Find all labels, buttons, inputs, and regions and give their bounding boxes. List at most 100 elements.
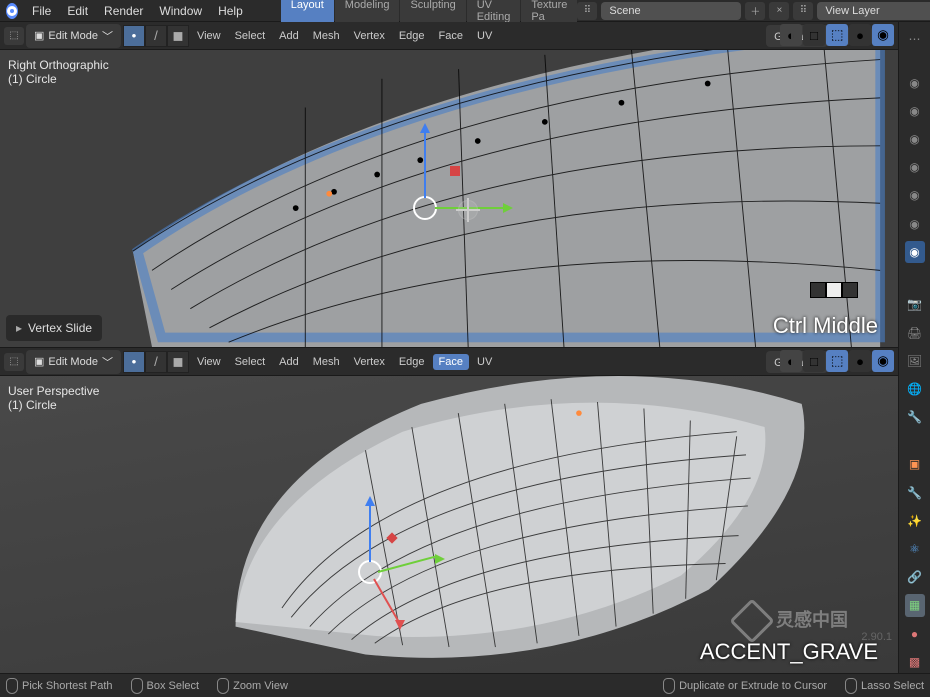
select-mode-buttons: • / ◼ — [123, 25, 189, 47]
eye-icon[interactable]: ◉ — [905, 212, 925, 234]
wireframe-shading-icon[interactable]: ⬚ — [826, 350, 848, 372]
solid-shading-icon[interactable]: ● — [849, 350, 871, 372]
select-mode-buttons: • / ◼ — [123, 351, 189, 373]
viewport-bottom[interactable]: ⬚ ▣ Edit Mode ﹀ • / ◼ View Select Add Me… — [0, 348, 898, 673]
view-name: User Perspective — [8, 384, 99, 398]
properties-sidebar: ⋯ ◉ ◉ ◉ ◉ ◉ ◉ ◉ 📷 🖨 🖼 🌐 🔧 ▣ 🔧 ✨ ⚛ 🔗 ▦ ● … — [898, 22, 930, 673]
h1-edge[interactable]: Edge — [393, 28, 431, 44]
h2-select[interactable]: Select — [229, 354, 272, 370]
h1-uv[interactable]: UV — [471, 28, 498, 44]
menu-edit[interactable]: Edit — [59, 2, 96, 20]
h1-mesh[interactable]: Mesh — [307, 28, 346, 44]
scene-del-icon[interactable]: × — [769, 2, 789, 20]
solid-shading-icon[interactable]: ● — [849, 24, 871, 46]
status-bar: Pick Shortest Path Box Select Zoom View … — [0, 673, 930, 697]
layer-browse-icon[interactable]: ⠿ — [793, 2, 813, 20]
shading-buttons: ◐ □ ⬚ ● ◉ — [780, 24, 894, 46]
face-select-icon[interactable]: ◼ — [167, 25, 189, 47]
edge-select-icon[interactable]: / — [145, 25, 167, 47]
screencast-key-1: Ctrl Middle — [773, 313, 878, 339]
shading-buttons: ◐ □ ⬚ ● ◉ — [780, 350, 894, 372]
layer-name-input[interactable] — [817, 2, 930, 20]
eye-icon[interactable]: ◉ — [905, 128, 925, 150]
viewport-top[interactable]: ⬚ ▣ Edit Mode ﹀ • / ◼ View Select Add Me… — [0, 22, 898, 348]
status-dup: Duplicate or Extrude to Cursor — [663, 678, 827, 694]
vertex-select-icon[interactable]: • — [123, 351, 145, 373]
matpreview-shading-icon[interactable]: ◉ — [872, 24, 894, 46]
gizmo-center[interactable] — [413, 196, 437, 220]
h2-edge[interactable]: Edge — [393, 354, 431, 370]
material-props-icon[interactable]: ● — [905, 623, 925, 645]
h1-view[interactable]: View — [191, 28, 227, 44]
screencast-key-2: ACCENT_GRAVE — [700, 639, 878, 665]
blender-logo[interactable] — [6, 3, 18, 19]
h1-vertex[interactable]: Vertex — [348, 28, 391, 44]
mode-label: Edit Mode — [48, 30, 98, 42]
chevron-down-icon: ﹀ — [102, 354, 113, 370]
vertex-select-icon[interactable]: • — [123, 25, 145, 47]
mode-select[interactable]: ▣ Edit Mode ﹀ — [26, 350, 121, 374]
h2-mesh[interactable]: Mesh — [307, 354, 346, 370]
h1-face[interactable]: Face — [433, 28, 469, 44]
scene-new-icon[interactable]: ＋ — [745, 2, 765, 20]
eye-icon[interactable]: ◉ — [905, 71, 925, 93]
object-name: (1) Circle — [8, 398, 99, 412]
mesh-canvas-1[interactable] — [0, 50, 898, 347]
eye-icon[interactable]: ◉ — [905, 184, 925, 206]
overlay-toggle-icon[interactable]: ◐ — [780, 24, 802, 46]
scene-browse-icon[interactable]: ⠿ — [577, 2, 597, 20]
render-props-icon[interactable]: 📷 — [905, 293, 925, 315]
editor-type-icon[interactable]: ⬚ — [4, 353, 24, 371]
editor-type-icon[interactable]: ⬚ — [4, 27, 24, 45]
view-name: Right Orthographic — [8, 58, 109, 72]
texture-props-icon[interactable]: ▩ — [905, 651, 925, 673]
object-props-icon[interactable]: ▣ — [905, 453, 925, 475]
mode-select[interactable]: ▣ Edit Mode ﹀ — [26, 24, 121, 48]
world-props-icon[interactable]: 🔧 — [905, 406, 925, 428]
menu-render[interactable]: Render — [96, 2, 151, 20]
scene-props-icon[interactable]: 🌐 — [905, 378, 925, 400]
chevron-down-icon: ﹀ — [102, 28, 113, 44]
scene-name-input[interactable] — [601, 2, 741, 20]
viewlayer-props-icon[interactable]: 🖼 — [905, 350, 925, 372]
edge-select-icon[interactable]: / — [145, 351, 167, 373]
overlay-toggle-icon[interactable]: ◐ — [780, 350, 802, 372]
object-name: (1) Circle — [8, 72, 109, 86]
eye-icon[interactable]: ◉ — [905, 100, 925, 122]
xray-toggle-icon[interactable]: □ — [803, 24, 825, 46]
h2-add[interactable]: Add — [273, 354, 305, 370]
status-box: Box Select — [131, 678, 200, 694]
view-info-2: User Perspective (1) Circle — [8, 384, 99, 412]
3d-cursor — [456, 198, 480, 222]
view-info-1: Right Orthographic (1) Circle — [8, 58, 109, 86]
physics-props-icon[interactable]: ⚛ — [905, 538, 925, 560]
constraint-props-icon[interactable]: 🔗 — [905, 566, 925, 588]
options-icon[interactable]: ⋯ — [905, 28, 925, 50]
top-menu-bar: File Edit Render Window Help Layout Mode… — [0, 0, 930, 22]
eye-icon[interactable]: ◉ — [905, 241, 925, 263]
watermark: 灵感中国 — [736, 605, 848, 637]
h2-face[interactable]: Face — [433, 354, 469, 370]
menu-help[interactable]: Help — [210, 2, 251, 20]
xray-toggle-icon[interactable]: □ — [803, 350, 825, 372]
face-select-icon[interactable]: ◼ — [167, 351, 189, 373]
wireframe-shading-icon[interactable]: ⬚ — [826, 24, 848, 46]
status-pick: Pick Shortest Path — [6, 678, 113, 694]
matpreview-shading-icon[interactable]: ◉ — [872, 350, 894, 372]
h2-view[interactable]: View — [191, 354, 227, 370]
mesh-props-icon[interactable]: ▦ — [905, 594, 925, 616]
menu-file[interactable]: File — [24, 2, 59, 20]
particle-props-icon[interactable]: ✨ — [905, 510, 925, 532]
h1-select[interactable]: Select — [229, 28, 272, 44]
modifier-props-icon[interactable]: 🔧 — [905, 482, 925, 504]
h2-uv[interactable]: UV — [471, 354, 498, 370]
eye-icon[interactable]: ◉ — [905, 156, 925, 178]
h2-vertex[interactable]: Vertex — [348, 354, 391, 370]
last-operator-panel[interactable]: Vertex Slide — [6, 315, 102, 341]
viewport1-header: ⬚ ▣ Edit Mode ﹀ • / ◼ View Select Add Me… — [0, 22, 898, 50]
editmode-icon: ▣ — [34, 355, 44, 368]
output-props-icon[interactable]: 🖨 — [905, 322, 925, 344]
editmode-icon: ▣ — [34, 29, 44, 42]
h1-add[interactable]: Add — [273, 28, 305, 44]
menu-window[interactable]: Window — [151, 2, 210, 20]
